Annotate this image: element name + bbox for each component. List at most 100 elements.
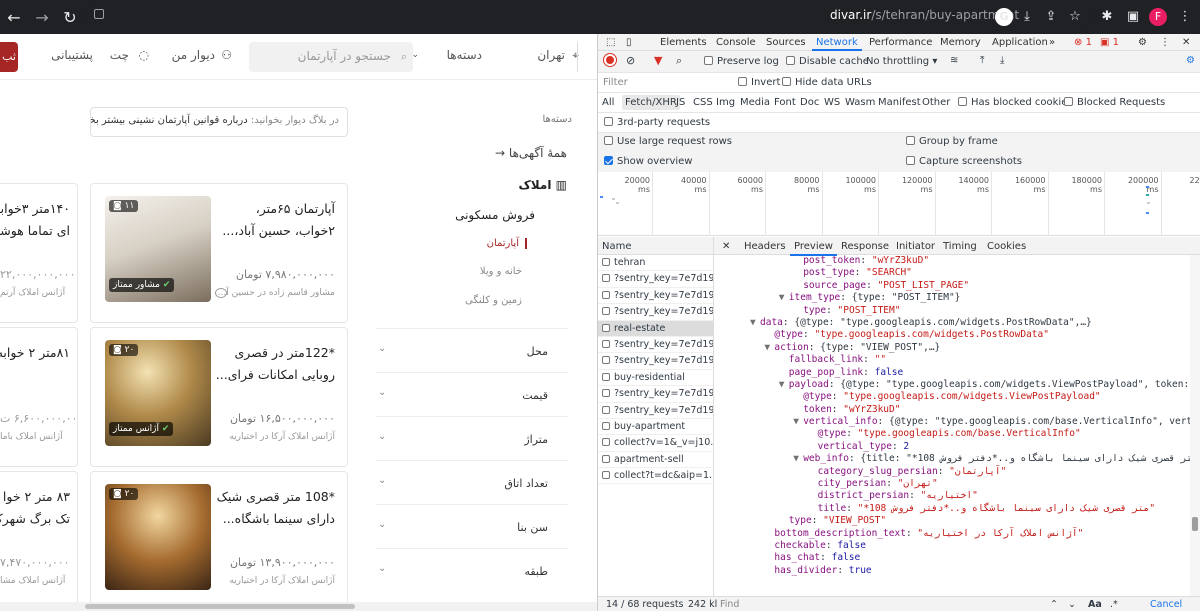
expand-triangle-icon[interactable]: ▼ <box>779 379 789 391</box>
tab-console[interactable]: Console <box>716 37 756 48</box>
import-har-icon[interactable]: ⤒ <box>980 55 984 66</box>
type-img[interactable]: Img <box>716 97 735 108</box>
back-icon[interactable]: ← <box>0 3 28 31</box>
reload-icon[interactable]: ↻ <box>56 3 84 31</box>
type-js[interactable]: JS <box>676 97 685 108</box>
support-link[interactable]: پشتیبانی <box>51 48 93 62</box>
checkbox[interactable] <box>782 77 791 86</box>
checkbox[interactable] <box>786 56 795 65</box>
request-row[interactable]: ?sentry_key=7e7d19... <box>598 386 713 403</box>
expand-triangle-icon[interactable]: ▼ <box>793 416 803 428</box>
checkbox[interactable] <box>604 156 613 165</box>
listing-card[interactable]: ◙ ۲۰ *108 متر قصری شیک دارای سینما باشگا… <box>90 471 348 611</box>
chat-link[interactable]: چت <box>110 48 129 62</box>
checkbox[interactable] <box>604 117 613 126</box>
third-party-checkbox[interactable]: 3rd-party requests <box>604 117 710 128</box>
checkbox[interactable] <box>958 97 967 106</box>
search-input[interactable]: جستجو در آپارتمان ⌕ <box>249 42 413 72</box>
all-ads-link[interactable]: همهٔ آگهی‌ها → <box>495 146 567 160</box>
side-panel-icon[interactable]: ▣ <box>1124 8 1142 26</box>
request-row[interactable]: buy-residential <box>598 370 713 387</box>
large-rows-checkbox[interactable]: Use large request rows <box>604 136 732 147</box>
filter-size[interactable]: متراژ ⌄ <box>376 416 568 460</box>
more-tabs-icon[interactable]: » <box>1049 37 1055 48</box>
json-line[interactable]: source_page: "POST_LIST_PAGE" <box>714 280 1194 292</box>
type-doc[interactable]: Doc <box>800 97 819 108</box>
user-icon[interactable]: ⚇ <box>221 48 232 62</box>
json-line[interactable]: @type: "type.googleapis.com/widgets.Post… <box>714 329 1194 341</box>
json-line[interactable]: ▼ action: {type: "VIEW_POST",…} <box>714 342 1194 354</box>
device-toolbar-icon[interactable]: ▯ <box>626 37 632 48</box>
inspect-icon[interactable]: ⬚ <box>606 37 615 48</box>
my-divar-link[interactable]: دیوار من <box>172 48 215 62</box>
json-line[interactable]: token: "wYrZ3kuD" <box>714 404 1194 416</box>
network-overview[interactable]: 20000 ms 40000 ms 60000 ms 80000 ms 100000 m… <box>598 172 1200 236</box>
export-har-icon[interactable]: ⤓ <box>1000 55 1004 66</box>
checkbox[interactable] <box>906 136 915 145</box>
scrollbar-thumb[interactable] <box>1192 517 1198 531</box>
forward-icon[interactable]: → <box>28 3 56 31</box>
json-line[interactable]: has_chat: false <box>714 552 1194 564</box>
filter-age[interactable]: سن بنا ⌄ <box>376 504 568 548</box>
request-row[interactable]: tehran <box>598 255 713 272</box>
tab-headers[interactable]: Headers <box>744 241 786 252</box>
json-line[interactable]: @type: "type.googleapis.com/base.Vertica… <box>714 428 1194 440</box>
preserve-log-checkbox[interactable]: Preserve log <box>704 56 779 67</box>
json-line[interactable]: @type: "type.googleapis.com/widgets.View… <box>714 391 1194 403</box>
filter-floor[interactable]: طبقه ⌄ <box>376 548 568 592</box>
tab-timing[interactable]: Timing <box>943 241 977 252</box>
request-row[interactable]: ?sentry_key=7e7d19... <box>598 337 713 354</box>
filter-price[interactable]: قیمت ⌄ <box>376 372 568 416</box>
chat-icon[interactable] <box>215 288 227 298</box>
invert-checkbox[interactable]: Invert <box>738 77 780 88</box>
tab-memory[interactable]: Memory <box>940 37 981 48</box>
request-row[interactable]: real-estate <box>598 320 713 337</box>
more-options-icon[interactable]: ⋮ <box>1160 37 1170 48</box>
tab-preview[interactable]: Preview <box>790 241 837 256</box>
type-fetch-xhr[interactable]: Fetch/XHR <box>622 95 680 110</box>
settings-gear-icon[interactable]: ⚙ <box>1138 37 1147 48</box>
listing-card[interactable]: ◙ ۱۱ ✔ مشاور ممتاز آپارتمان ۶۵متر، ۲خواب… <box>90 183 348 323</box>
json-line[interactable]: checkable: false <box>714 540 1194 552</box>
tab-application[interactable]: Application <box>992 37 1048 48</box>
json-line[interactable]: has_divider: true <box>714 565 1194 577</box>
tab-elements[interactable]: Elements <box>660 37 707 48</box>
checkbox[interactable] <box>704 56 713 65</box>
search-icon[interactable]: ⌕ <box>676 54 682 68</box>
request-row[interactable]: ?sentry_key=7e7d19... <box>598 271 713 288</box>
warning-count[interactable]: ▣ 1 <box>1100 37 1119 48</box>
apartment-category[interactable]: آپارتمان <box>487 238 527 249</box>
horizontal-scrollbar[interactable] <box>0 602 597 611</box>
find-input[interactable]: Find <box>720 599 739 610</box>
screenshot-icon[interactable]: ⤓ <box>1018 8 1036 26</box>
google-icon[interactable]: G <box>995 8 1013 26</box>
city-selector[interactable]: تهران <box>537 48 565 62</box>
filter-location[interactable]: محل ⌄ <box>376 328 568 372</box>
close-icon[interactable]: ✕ <box>1182 37 1190 48</box>
error-count[interactable]: ⊗ 1 <box>1074 37 1092 48</box>
tab-sources[interactable]: Sources <box>766 37 806 48</box>
request-row[interactable]: ?sentry_key=7e7d19... <box>598 304 713 321</box>
lock-icon[interactable] <box>94 9 104 19</box>
tab-initiator[interactable]: Initiator <box>896 241 935 252</box>
profile-avatar[interactable]: F <box>1149 8 1167 26</box>
residential-sale-category[interactable]: فروش مسکونی <box>455 208 535 222</box>
filter-rooms[interactable]: تعداد اتاق ⌄ <box>376 460 568 504</box>
regex-toggle[interactable]: .* <box>1110 599 1118 610</box>
type-css[interactable]: CSS <box>693 97 713 108</box>
group-by-frame-checkbox[interactable]: Group by frame <box>906 136 998 147</box>
request-row[interactable]: ?sentry_key=7e7d19... <box>598 403 713 419</box>
request-row[interactable]: collect?v=1&_v=j10... <box>598 435 713 452</box>
type-other[interactable]: Other <box>922 97 950 108</box>
request-row[interactable]: ?sentry_key=7e7d19... <box>598 353 713 370</box>
listing-card-partial[interactable]: ۸۳ متر ۲ خوا تک برگ شهرک ۷,۴۷۰,۰۰۰,۰۰۰ آژ… <box>0 471 78 611</box>
real-estate-category[interactable]: ▥ املاک <box>519 178 567 192</box>
checkbox[interactable] <box>604 136 613 145</box>
blog-banner[interactable]: در بلاگ دیوار بخوانید: درباره قوانین آپا… <box>90 107 348 137</box>
tab-network[interactable]: Network <box>812 37 862 51</box>
json-line[interactable]: district_persian: "اختیاریه" <box>714 490 1194 502</box>
disable-cache-checkbox[interactable]: Disable cache <box>786 56 869 67</box>
json-line[interactable]: type: "VIEW_POST" <box>714 515 1194 527</box>
json-line[interactable]: bottom_description_text: "آژانس املاک آر… <box>714 528 1194 540</box>
throttling-select[interactable]: No throttling ▾ <box>866 56 937 67</box>
